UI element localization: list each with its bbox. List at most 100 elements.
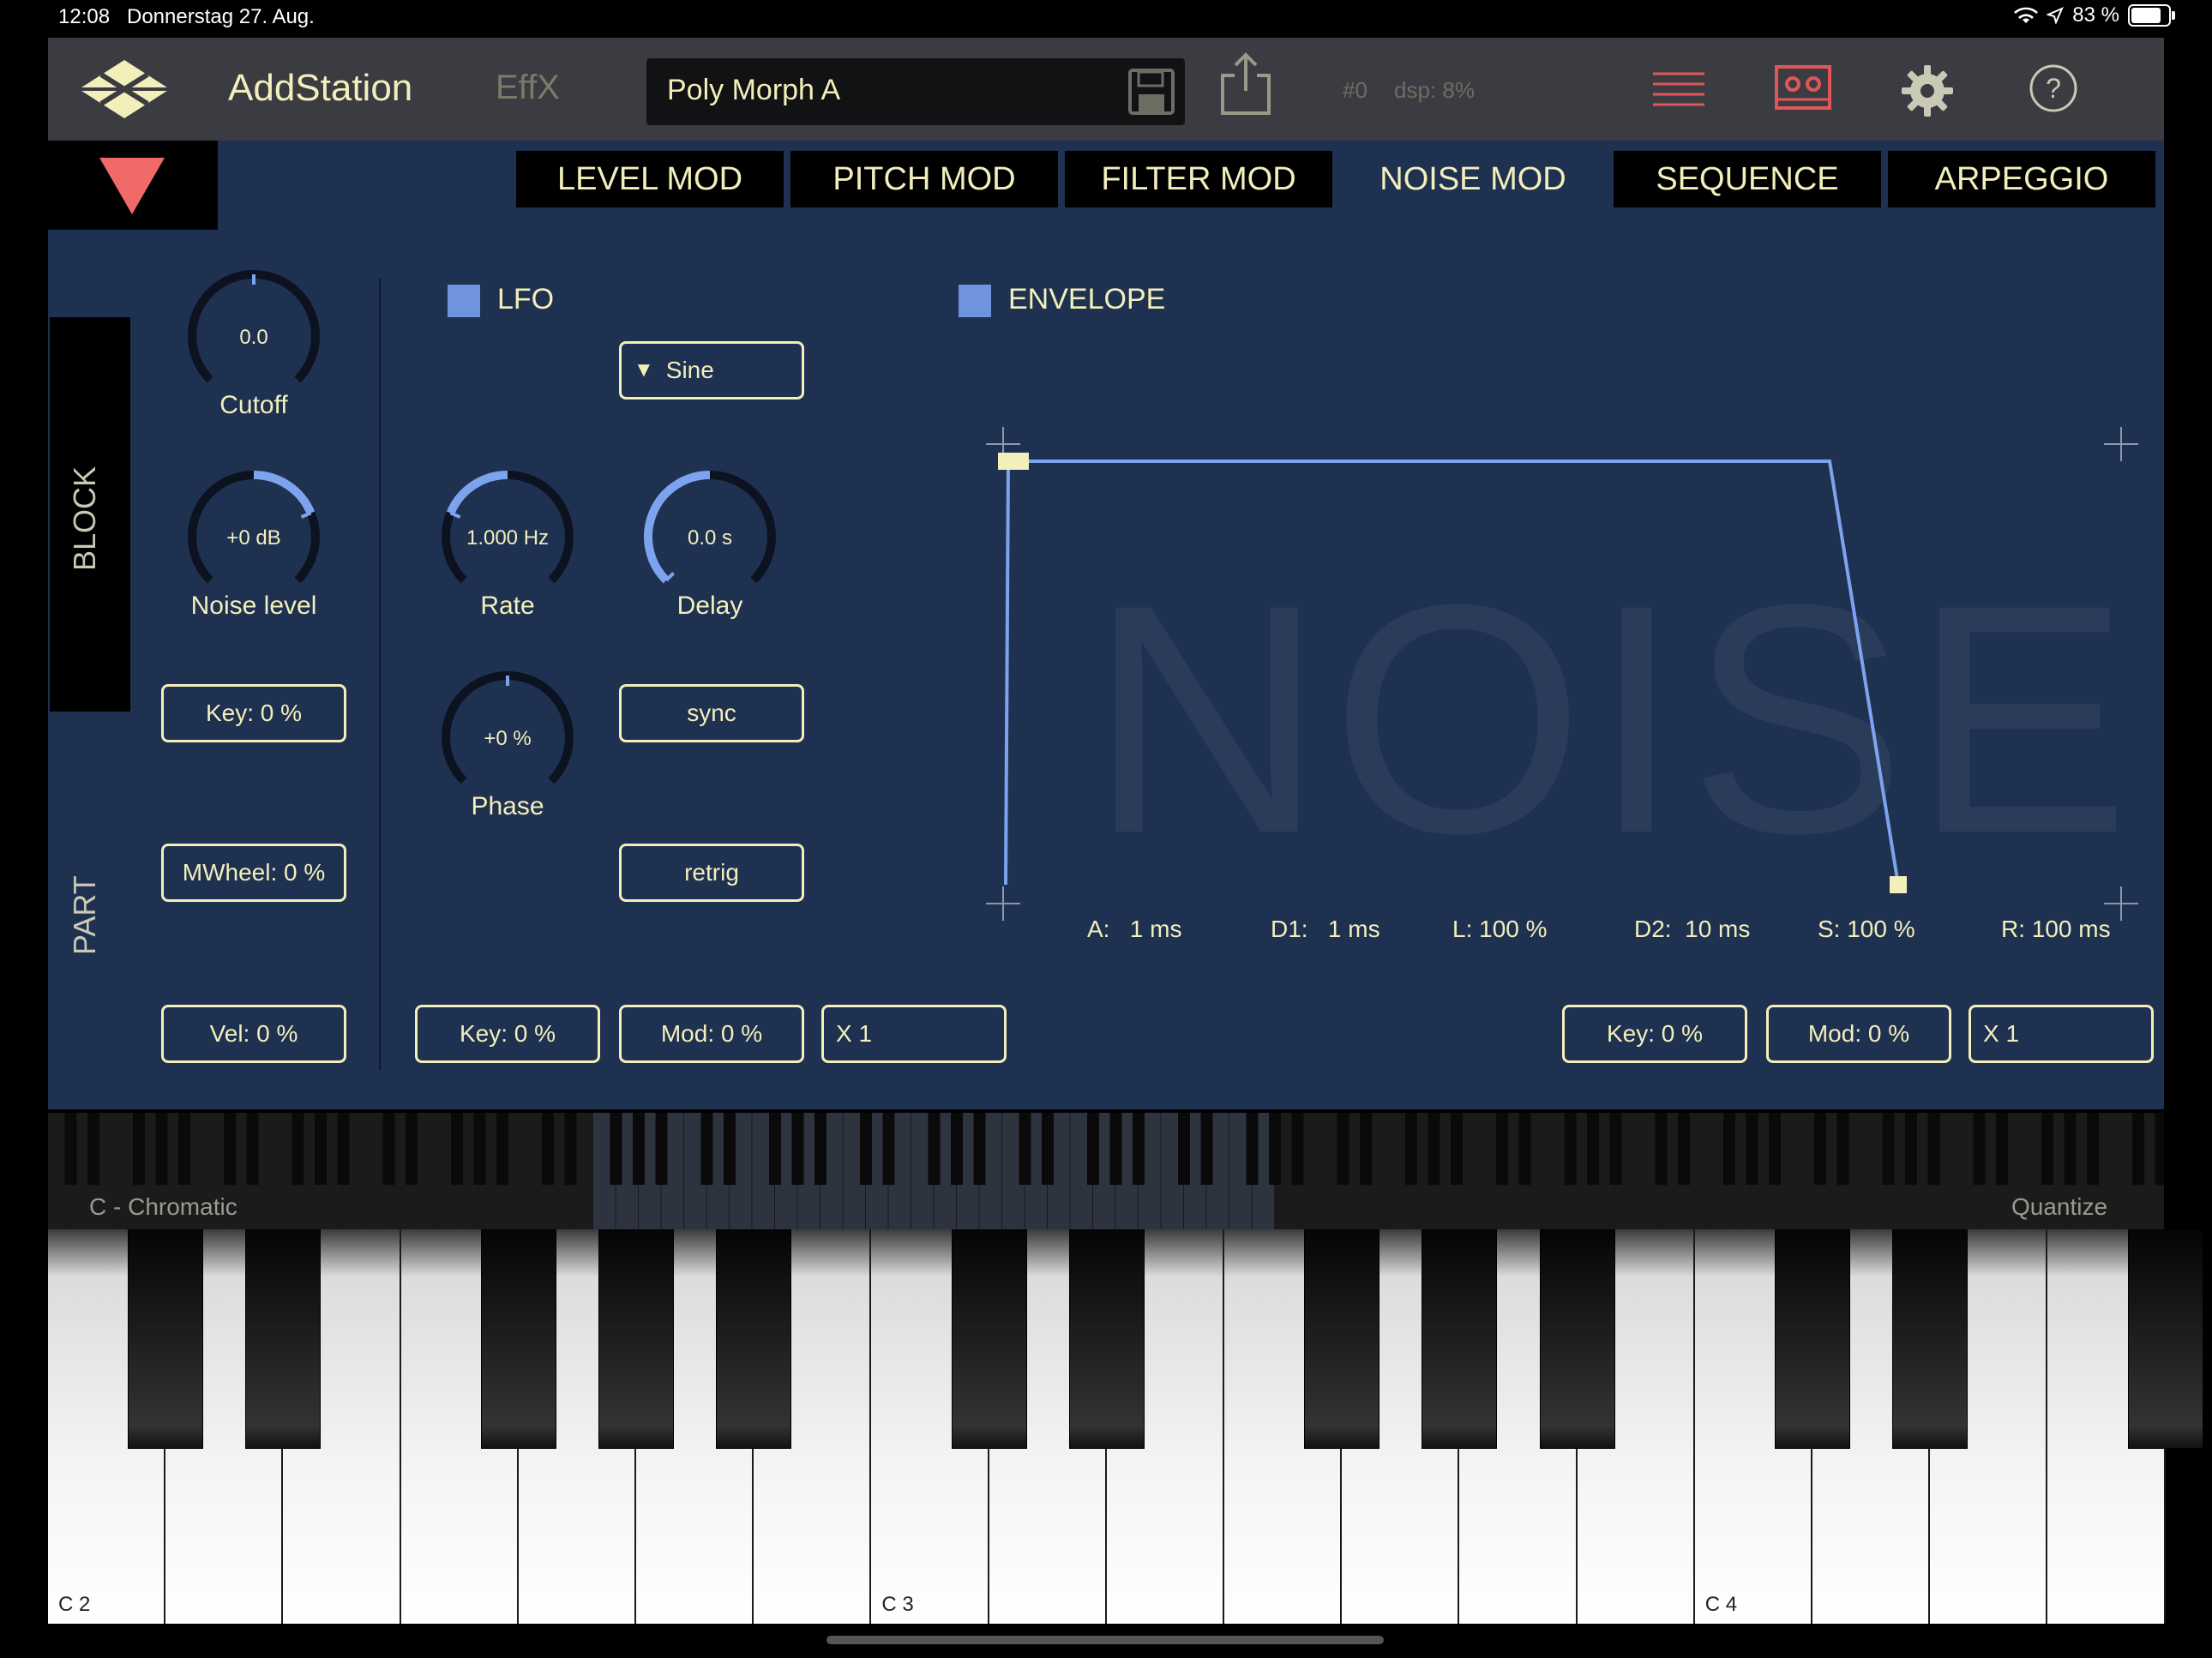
key-button[interactable]: Key: 0 %	[161, 684, 346, 742]
delay-value: 0.0 s	[687, 526, 733, 550]
sync-button[interactable]: sync	[619, 684, 804, 742]
mini-black-key	[1087, 1113, 1099, 1185]
mwheel-button[interactable]: MWheel: 0 %	[161, 844, 346, 902]
tab-filter-mod[interactable]: FILTER MOD	[1065, 151, 1332, 207]
status-date: Donnerstag 27. Aug.	[127, 5, 315, 28]
preset-name: Poly Morph A	[667, 74, 841, 106]
mini-black-key	[1178, 1113, 1190, 1185]
mini-black-key	[655, 1113, 668, 1185]
black-key[interactable]	[245, 1229, 322, 1449]
black-key[interactable]	[1892, 1229, 1969, 1449]
part-label[interactable]: PART	[67, 875, 103, 955]
envelope-checkbox[interactable]	[959, 285, 991, 317]
env-level[interactable]: L: 100 %	[1452, 916, 1548, 943]
lfo-key-button[interactable]: Key: 0 %	[415, 1005, 600, 1063]
black-key[interactable]	[1304, 1229, 1380, 1449]
app-name[interactable]: AddStation	[228, 67, 412, 110]
lfo-mod-button[interactable]: Mod: 0 %	[619, 1005, 804, 1063]
mini-black-key	[951, 1113, 963, 1185]
mini-black-key	[87, 1113, 99, 1185]
help-icon[interactable]: ?	[2029, 63, 2078, 113]
red-triangle-icon[interactable]	[48, 141, 218, 230]
tab-level-mod[interactable]: LEVEL MOD	[516, 151, 784, 207]
waveform-dropdown[interactable]: ▼ Sine	[619, 341, 804, 399]
scale-label[interactable]: C - Chromatic	[89, 1193, 237, 1221]
tab-pitch-mod[interactable]: PITCH MOD	[790, 151, 1058, 207]
collapse-toggle[interactable]	[48, 141, 218, 230]
rate-label: Rate	[480, 592, 535, 620]
piano-keyboard[interactable]: C 2 C 3 C 4	[48, 1229, 2203, 1624]
mini-black-key	[1723, 1113, 1735, 1185]
black-key[interactable]	[128, 1229, 204, 1449]
lfo-multiplier-field[interactable]: X 1	[821, 1005, 1007, 1063]
column-divider	[379, 278, 381, 1070]
black-key[interactable]	[1422, 1229, 1498, 1449]
mini-black-key	[1927, 1113, 1940, 1185]
mini-black-key	[224, 1113, 236, 1185]
keyboard-overview-strip[interactable]	[48, 1113, 2167, 1229]
mini-black-key	[337, 1113, 350, 1185]
mini-black-key	[633, 1113, 645, 1185]
block-label[interactable]: BLOCK	[67, 466, 103, 571]
env-mod-button[interactable]: Mod: 0 %	[1766, 1005, 1951, 1063]
gear-icon[interactable]	[1900, 63, 1955, 118]
preset-index: #0	[1343, 77, 1367, 103]
envelope-graph[interactable]	[960, 411, 2143, 926]
mini-black-key	[564, 1113, 577, 1185]
phase-label: Phase	[471, 792, 544, 820]
dropdown-arrow-icon: ▼	[634, 358, 654, 381]
tape-icon[interactable]	[1773, 63, 1833, 111]
black-key[interactable]	[716, 1229, 792, 1449]
status-bar: 12:08 Donnerstag 27. Aug. 83 %	[0, 0, 2212, 34]
mini-black-key	[1609, 1113, 1622, 1185]
mini-black-key	[1428, 1113, 1440, 1185]
tab-noise-mod[interactable]: NOISE MOD	[1339, 151, 1607, 207]
mini-black-key	[882, 1113, 895, 1185]
share-icon[interactable]	[1217, 51, 1274, 117]
env-key-button[interactable]: Key: 0 %	[1562, 1005, 1747, 1063]
mini-black-key	[1200, 1113, 1213, 1185]
black-key[interactable]	[1539, 1229, 1615, 1449]
effx-button[interactable]: EffX	[496, 69, 560, 107]
env-multiplier-field[interactable]: X 1	[1969, 1005, 2154, 1063]
black-key[interactable]	[1068, 1229, 1145, 1449]
mini-black-key	[1518, 1113, 1531, 1185]
quantize-label[interactable]: Quantize	[2011, 1193, 2107, 1221]
mini-keyboard[interactable]	[48, 1113, 2167, 1229]
retrig-button[interactable]: retrig	[619, 844, 804, 902]
tab-arpeggio[interactable]: ARPEGGIO	[1888, 151, 2155, 207]
black-key[interactable]	[598, 1229, 674, 1449]
preset-field[interactable]: Poly Morph A	[646, 58, 1185, 125]
mini-black-key	[315, 1113, 327, 1185]
mini-black-key	[1564, 1113, 1577, 1185]
env-release[interactable]: R: 100 ms	[2001, 916, 2111, 943]
env-decay1[interactable]: D1: 1 ms	[1271, 916, 1380, 943]
battery-percent: 83 %	[2072, 3, 2119, 27]
env-sustain[interactable]: S: 100 %	[1818, 916, 1915, 943]
black-key[interactable]	[2127, 1229, 2203, 1449]
mini-black-key	[610, 1113, 622, 1185]
mini-black-key	[1451, 1113, 1463, 1185]
mini-black-key	[473, 1113, 486, 1185]
knob-value-arc	[446, 471, 508, 515]
black-key[interactable]	[951, 1229, 1027, 1449]
list-icon[interactable]	[1651, 69, 1706, 108]
env-attack[interactable]: A: 1 ms	[1087, 916, 1181, 943]
knob-value-arc	[253, 471, 316, 515]
black-key[interactable]	[480, 1229, 556, 1449]
env-decay2[interactable]: D2: 10 ms	[1634, 916, 1750, 943]
black-key[interactable]	[1775, 1229, 1850, 1449]
mini-black-key	[1019, 1113, 1031, 1185]
vel-button[interactable]: Vel: 0 %	[161, 1005, 346, 1063]
dsp-load: dsp: 8%	[1394, 77, 1475, 103]
save-icon[interactable]	[1127, 67, 1176, 117]
logo-icon[interactable]	[77, 58, 171, 120]
corner-markers	[986, 427, 2138, 921]
mini-black-key	[1882, 1113, 1895, 1185]
lfo-checkbox[interactable]	[448, 285, 480, 317]
mini-black-key	[1496, 1113, 1508, 1185]
mini-black-key	[1678, 1113, 1690, 1185]
envelope-attack-handle	[998, 453, 1013, 470]
tab-sequence[interactable]: SEQUENCE	[1614, 151, 1881, 207]
envelope-curve	[1004, 460, 1900, 886]
